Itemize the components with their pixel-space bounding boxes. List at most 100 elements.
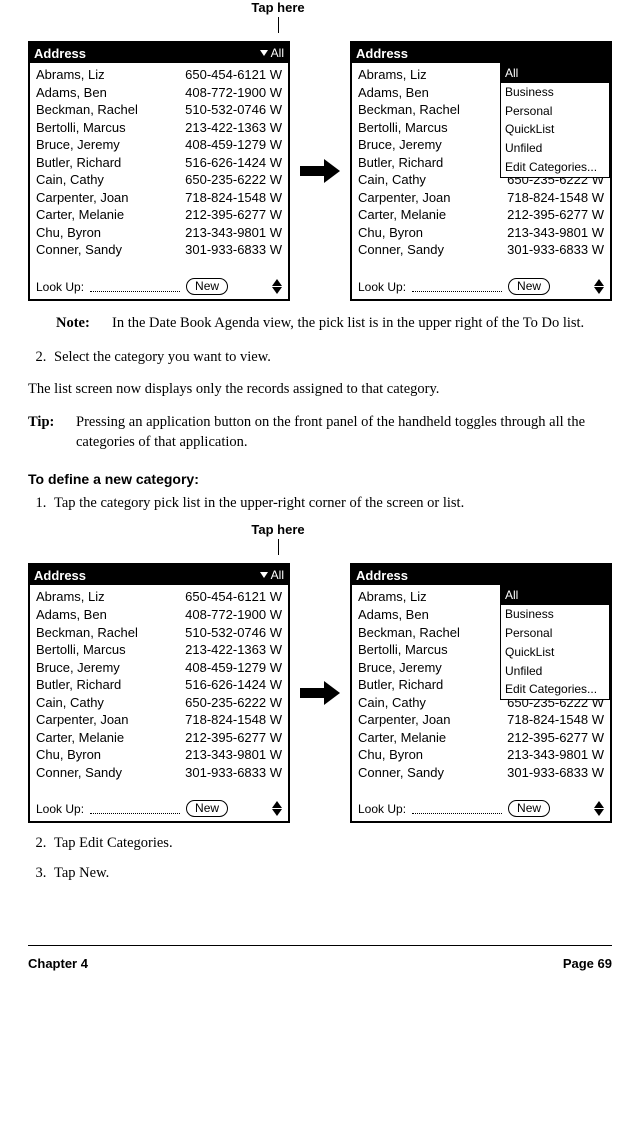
contact-number: 301-933-6833 W xyxy=(507,764,604,782)
address-row[interactable]: Chu, Byron213-343-9801 W xyxy=(358,746,604,764)
category-picker[interactable]: All xyxy=(260,568,284,582)
address-row[interactable]: Beckman, Rachel510-532-0746 W xyxy=(36,101,282,119)
lookup-input[interactable] xyxy=(412,803,502,814)
address-row[interactable]: Conner, Sandy301-933-6833 W xyxy=(36,764,282,782)
contact-number: 718-824-1548 W xyxy=(507,189,604,207)
category-value: All xyxy=(271,568,284,582)
scroll-arrows[interactable] xyxy=(272,801,282,816)
address-row[interactable]: Carter, Melanie212-395-6277 W xyxy=(36,729,282,747)
address-row[interactable]: Bruce, Jeremy408-459-1279 W xyxy=(36,659,282,677)
scroll-arrows[interactable] xyxy=(272,279,282,294)
new-button[interactable]: New xyxy=(186,800,228,817)
address-list[interactable]: AllBusinessPersonalQuickListUnfiledEdit … xyxy=(352,585,610,798)
contact-name: Beckman, Rachel xyxy=(358,624,460,642)
address-row[interactable]: Conner, Sandy 301-933-6833 W xyxy=(358,764,604,782)
contact-number: 408-772-1900 W xyxy=(185,606,282,624)
define-category-steps: Tap the category pick list in the upper-… xyxy=(28,493,612,515)
address-row[interactable]: Carpenter, Joan718-824-1548 W xyxy=(358,189,604,207)
address-row[interactable]: Cain, Cathy650-235-6222 W xyxy=(36,171,282,189)
figure-2-row: Address All Abrams, Liz650-454-6121 WAda… xyxy=(28,563,612,823)
scroll-arrows[interactable] xyxy=(594,801,604,816)
address-row[interactable]: Cain, Cathy650-235-6222 W xyxy=(36,694,282,712)
dropdown-item[interactable]: Edit Categories... xyxy=(501,158,609,177)
new-button[interactable]: New xyxy=(186,278,228,295)
dropdown-item[interactable]: All xyxy=(501,64,609,83)
contact-name: Bruce, Jeremy xyxy=(36,136,120,154)
address-list[interactable]: Abrams, Liz650-454-6121 WAdams, Ben408-7… xyxy=(30,585,288,798)
dropdown-item[interactable]: Edit Categories... xyxy=(501,680,609,699)
dropdown-item[interactable]: QuickList xyxy=(501,120,609,139)
contact-number: 718-824-1548 W xyxy=(185,711,282,729)
scroll-up-icon xyxy=(272,801,282,808)
address-row[interactable]: Conner, Sandy301-933-6833 W xyxy=(36,241,282,259)
define-category-steps-2: Tap Edit Categories. Tap New. xyxy=(28,833,612,885)
address-row[interactable]: Conner, Sandy301-933-6833 W xyxy=(358,241,604,259)
lookup-label: Look Up: xyxy=(358,802,406,816)
dropdown-item[interactable]: Personal xyxy=(501,102,609,121)
contact-name: Carpenter, Joan xyxy=(36,711,129,729)
contact-name: Cain, Cathy xyxy=(358,171,426,189)
contact-name: Butler, Richard xyxy=(36,154,121,172)
address-row[interactable]: Abrams, Liz650-454-6121 W xyxy=(36,588,282,606)
category-dropdown-open[interactable]: AllBusinessPersonalQuickListUnfiledEdit … xyxy=(500,585,610,700)
lookup-label: Look Up: xyxy=(36,802,84,816)
address-list[interactable]: Abrams, Liz650-454-6121 WAdams, Ben408-7… xyxy=(30,63,288,276)
new-button[interactable]: New xyxy=(508,278,550,295)
steps-list-continued: Select the category you want to view. xyxy=(28,347,612,369)
address-row[interactable]: Chu, Byron 213-343-9801 W xyxy=(36,746,282,764)
address-row[interactable]: Bertolli, Marcus213-422-1363 W xyxy=(36,119,282,137)
app-title: Address xyxy=(34,46,86,61)
new-button[interactable]: New xyxy=(508,800,550,817)
address-row[interactable]: Bruce, Jeremy408-459-1279 W xyxy=(36,136,282,154)
lookup-input[interactable] xyxy=(90,281,180,292)
dropdown-item[interactable]: QuickList xyxy=(501,643,609,662)
address-row[interactable]: Chu, Byron213-343-9801 W xyxy=(36,224,282,242)
screen-footer: Look Up: New xyxy=(352,798,610,821)
contact-name: Conner, Sandy xyxy=(36,764,122,782)
contact-name: Abrams, Liz xyxy=(358,588,427,606)
address-row[interactable]: Carpenter, Joan718-824-1548 W xyxy=(36,189,282,207)
contact-name: Conner, Sandy xyxy=(36,241,122,259)
address-row[interactable]: Butler, Richard516-626-1424 W xyxy=(36,676,282,694)
address-row[interactable]: Carpenter, Joan 718-824-1548 W xyxy=(36,711,282,729)
address-row[interactable]: Butler, Richard516-626-1424 W xyxy=(36,154,282,172)
address-row[interactable]: Beckman, Rachel510-532-0746 W xyxy=(36,624,282,642)
contact-name: Chu, Byron xyxy=(36,746,101,764)
scroll-down-icon xyxy=(594,809,604,816)
dropdown-item[interactable]: Business xyxy=(501,605,609,624)
address-row[interactable]: Bertolli, Marcus213-422-1363 W xyxy=(36,641,282,659)
address-row[interactable]: Chu, Byron213-343-9801 W xyxy=(358,224,604,242)
contact-number: 718-824-1548 W xyxy=(185,189,282,207)
def-step-1: Tap the category pick list in the upper-… xyxy=(50,493,612,515)
address-row[interactable]: Carpenter, Joan718-824-1548 W xyxy=(358,711,604,729)
contact-number: 213-343-9801 W xyxy=(185,746,282,764)
dropdown-item[interactable]: Business xyxy=(501,83,609,102)
address-row[interactable]: Carter, Melanie212-395-6277 W xyxy=(358,206,604,224)
contact-number: 650-454-6121 W xyxy=(185,66,282,84)
lookup-input[interactable] xyxy=(412,281,502,292)
address-row[interactable]: Carter, Melanie212-395-6277 W xyxy=(36,206,282,224)
dropdown-item[interactable]: All xyxy=(501,586,609,605)
lookup-input[interactable] xyxy=(90,803,180,814)
address-row[interactable]: Adams, Ben408-772-1900 W xyxy=(36,606,282,624)
address-row[interactable]: Carter, Melanie212-395-6277 W xyxy=(358,729,604,747)
contact-name: Conner, Sandy xyxy=(358,764,444,782)
address-screen-closed-2: Address All Abrams, Liz650-454-6121 WAda… xyxy=(28,563,290,823)
def-step-2: Tap Edit Categories. xyxy=(50,833,612,855)
address-list[interactable]: AllBusinessPersonalQuickListUnfiledEdit … xyxy=(352,63,610,276)
transition-arrow-2 xyxy=(290,683,350,703)
dropdown-item[interactable]: Unfiled xyxy=(501,139,609,158)
dropdown-item[interactable]: Personal xyxy=(501,624,609,643)
dropdown-item[interactable]: Unfiled xyxy=(501,662,609,681)
address-row[interactable]: Abrams, Liz650-454-6121 W xyxy=(36,66,282,84)
address-screen-open-2: Address AllBusinessPersonalQuickListUnfi… xyxy=(350,563,612,823)
category-picker[interactable]: All xyxy=(260,46,284,60)
app-title: Address xyxy=(356,46,408,61)
contact-name: Adams, Ben xyxy=(358,84,429,102)
category-dropdown-open[interactable]: AllBusinessPersonalQuickListUnfiledEdit … xyxy=(500,63,610,178)
dropdown-icon xyxy=(260,572,268,578)
scroll-up-icon xyxy=(594,801,604,808)
screen-footer: Look Up: New xyxy=(352,276,610,299)
scroll-arrows[interactable] xyxy=(594,279,604,294)
address-row[interactable]: Adams, Ben408-772-1900 W xyxy=(36,84,282,102)
